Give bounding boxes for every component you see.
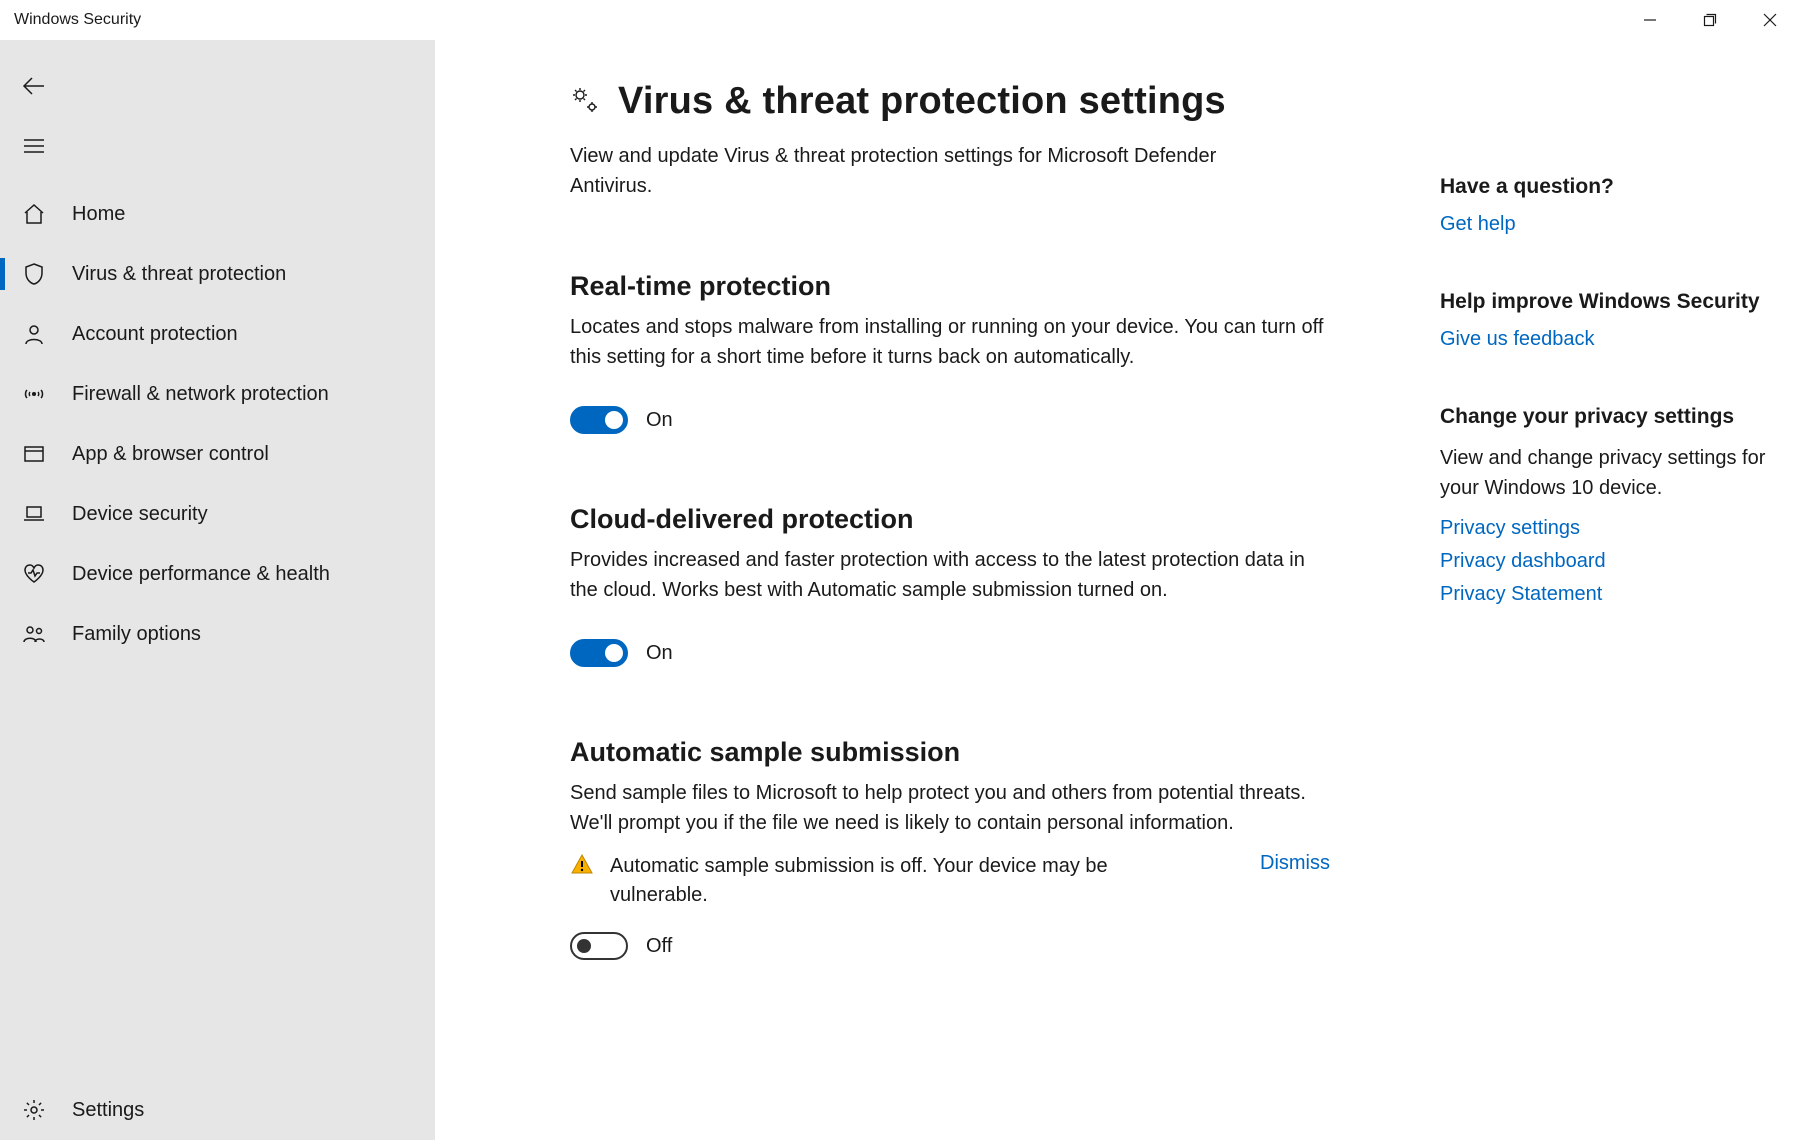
close-icon	[1763, 13, 1777, 27]
aside-title: Help improve Windows Security	[1440, 290, 1800, 314]
back-button[interactable]	[0, 58, 435, 118]
section-title: Real-time protection	[570, 271, 1330, 302]
sidebar-item-label: Home	[72, 203, 125, 226]
back-arrow-icon	[22, 74, 46, 102]
page-title-row: Virus & threat protection settings	[570, 80, 1340, 123]
section-description: Locates and stops malware from installin…	[570, 312, 1330, 372]
people-icon	[22, 622, 46, 646]
toggle-state-label: On	[646, 409, 673, 432]
warning-banner: Automatic sample submission is off. Your…	[570, 852, 1330, 910]
section-title: Automatic sample submission	[570, 737, 1330, 768]
aside: Have a question? Get help Help improve W…	[1440, 80, 1800, 1140]
section-title: Cloud-delivered protection	[570, 504, 1330, 535]
sidebar-item-settings[interactable]: Settings	[0, 1080, 435, 1140]
gears-icon	[570, 85, 600, 119]
window-controls	[1620, 0, 1800, 40]
sidebar-item-performance[interactable]: Device performance & health	[0, 544, 435, 604]
laptop-icon	[22, 502, 46, 526]
close-button[interactable]	[1740, 0, 1800, 40]
sidebar-item-firewall[interactable]: Firewall & network protection	[0, 364, 435, 424]
sidebar-item-label: Device performance & health	[72, 563, 330, 586]
aside-improve: Help improve Windows Security Give us fe…	[1440, 290, 1800, 351]
sidebar-item-label: Device security	[72, 503, 208, 526]
sidebar-item-virus[interactable]: Virus & threat protection	[0, 244, 435, 304]
sample-submission-toggle[interactable]	[570, 932, 628, 960]
get-help-link[interactable]: Get help	[1440, 213, 1800, 236]
hamburger-icon	[22, 134, 46, 162]
hamburger-button[interactable]	[0, 118, 435, 178]
window-title: Windows Security	[14, 11, 141, 29]
home-icon	[22, 202, 46, 226]
signal-icon	[22, 382, 46, 406]
maximize-icon	[1703, 13, 1717, 27]
privacy-statement-link[interactable]: Privacy Statement	[1440, 583, 1800, 606]
section-sample-submission: Automatic sample submission Send sample …	[570, 737, 1330, 960]
aside-description: View and change privacy settings for you…	[1440, 443, 1800, 503]
sidebar-item-label: Account protection	[72, 323, 238, 346]
gear-icon	[22, 1098, 46, 1122]
sidebar: Home Virus & threat protection Account p…	[0, 40, 435, 1140]
page-subtitle: View and update Virus & threat protectio…	[570, 141, 1270, 201]
toggle-state-label: On	[646, 642, 673, 665]
warning-icon	[570, 852, 594, 880]
section-realtime: Real-time protection Locates and stops m…	[570, 271, 1330, 434]
sidebar-item-device-security[interactable]: Device security	[0, 484, 435, 544]
dismiss-link[interactable]: Dismiss	[1260, 852, 1330, 875]
shield-icon	[22, 262, 46, 286]
privacy-dashboard-link[interactable]: Privacy dashboard	[1440, 550, 1800, 573]
sidebar-item-home[interactable]: Home	[0, 184, 435, 244]
page-title: Virus & threat protection settings	[618, 80, 1226, 123]
aside-question: Have a question? Get help	[1440, 175, 1800, 236]
sidebar-item-label: Firewall & network protection	[72, 383, 329, 406]
aside-privacy: Change your privacy settings View and ch…	[1440, 405, 1800, 606]
sidebar-item-label: Virus & threat protection	[72, 263, 286, 286]
section-description: Send sample files to Microsoft to help p…	[570, 778, 1330, 838]
give-feedback-link[interactable]: Give us feedback	[1440, 328, 1800, 351]
heart-icon	[22, 562, 46, 586]
sidebar-item-account[interactable]: Account protection	[0, 304, 435, 364]
section-description: Provides increased and faster protection…	[570, 545, 1330, 605]
maximize-button[interactable]	[1680, 0, 1740, 40]
titlebar: Windows Security	[0, 0, 1800, 40]
window-icon	[22, 442, 46, 466]
cloud-toggle[interactable]	[570, 639, 628, 667]
sidebar-item-app-browser[interactable]: App & browser control	[0, 424, 435, 484]
privacy-settings-link[interactable]: Privacy settings	[1440, 517, 1800, 540]
aside-title: Change your privacy settings	[1440, 405, 1800, 429]
sidebar-item-family[interactable]: Family options	[0, 604, 435, 664]
toggle-state-label: Off	[646, 935, 672, 958]
main-content: Virus & threat protection settings View …	[435, 40, 1800, 1140]
warning-text: Automatic sample submission is off. Your…	[610, 852, 1170, 910]
aside-title: Have a question?	[1440, 175, 1800, 199]
sidebar-item-label: App & browser control	[72, 443, 269, 466]
realtime-toggle[interactable]	[570, 406, 628, 434]
sidebar-item-label: Settings	[72, 1099, 144, 1122]
minimize-icon	[1643, 13, 1657, 27]
section-cloud: Cloud-delivered protection Provides incr…	[570, 504, 1330, 667]
person-icon	[22, 322, 46, 346]
sidebar-item-label: Family options	[72, 623, 201, 646]
minimize-button[interactable]	[1620, 0, 1680, 40]
